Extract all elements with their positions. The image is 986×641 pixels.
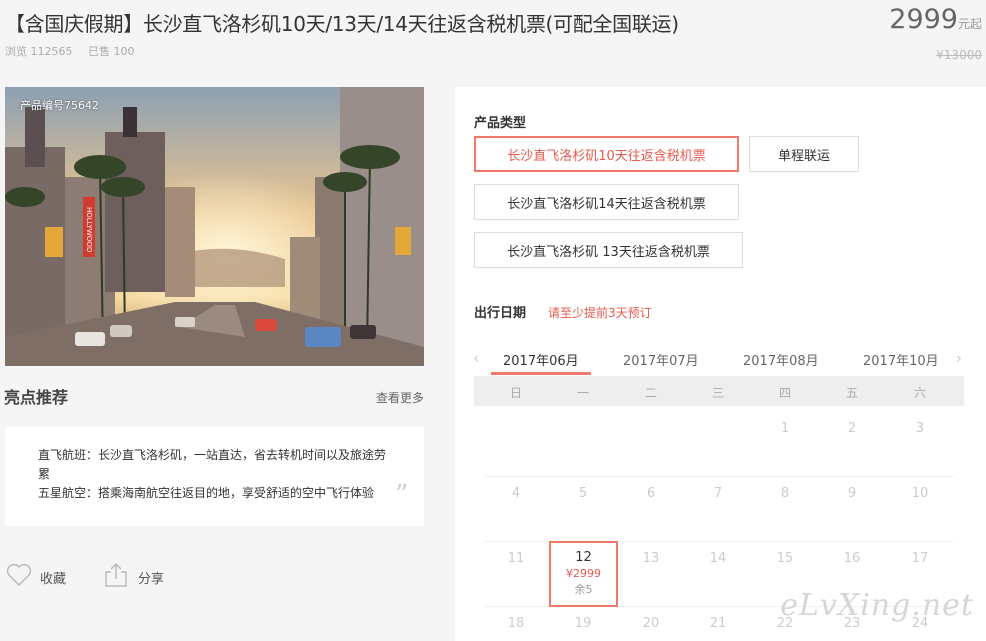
chevron-right-icon[interactable]: › [956,349,962,367]
product-option-10day[interactable]: 长沙直飞洛杉矶10天往返含税机票 [474,136,739,172]
favorite-button[interactable]: 收藏 [40,568,66,587]
calendar-day[interactable]: 9 [840,486,864,501]
sold-count: 已售 100 [88,45,135,58]
active-month-indicator [491,372,591,375]
month-tab-august[interactable]: 2017年08月 [743,350,819,369]
calendar-day[interactable]: 20 [639,616,663,631]
heart-icon[interactable] [6,563,32,587]
price-block: 2999元起 [889,4,982,35]
booking-note: 请至少提前3天预订 [548,306,652,320]
selected-day-price: ¥2999 [566,567,601,580]
original-price: ¥13000 [936,48,982,62]
highlights-text: 直飞航班：长沙直飞洛杉矶，一站直达，省去转机时间以及旅途劳累 五星航空：搭乘海南… [38,446,393,503]
share-icon[interactable] [103,562,129,588]
calendar-day[interactable]: 14 [706,551,730,566]
calendar-day[interactable]: 1 [773,421,797,436]
views-count: 浏览 112565 [5,45,73,58]
product-option-13day[interactable]: 长沙直飞洛杉矶 13天往返含税机票 [474,232,743,268]
highlight-line: 五星航空：搭乘海南航空往返目的地，享受舒适的空中飞行体验 [38,486,375,500]
calendar-day[interactable]: 17 [908,551,932,566]
price-value: 2999 [889,4,958,35]
weekday-wed: 三 [711,386,724,400]
weekday-thu: 四 [778,386,791,400]
calendar-day[interactable]: 10 [908,486,932,501]
selected-calendar-day[interactable]: 12 ¥2999 余5 [549,541,618,607]
calendar-row-divider [484,476,954,477]
price-unit: 元起 [957,17,982,31]
highlights-title: 亮点推荐 [4,388,69,407]
site-watermark: eLvXing.net [780,588,974,623]
hollywood-street-image: HOLLYWOOD [5,87,424,366]
month-tab-june[interactable]: 2017年06月 [503,350,579,369]
weekday-tue: 二 [644,386,657,400]
travel-date-label: 出行日期 [474,306,527,321]
chevron-left-icon[interactable]: ‹ [473,349,479,367]
selected-day-remaining: 余5 [574,583,593,596]
calendar-day[interactable]: 6 [639,486,663,501]
weekday-mon: 一 [576,386,589,400]
calendar-day[interactable]: 3 [908,421,932,436]
calendar-day[interactable]: 2 [840,421,864,436]
calendar-day[interactable]: 16 [840,551,864,566]
quote-icon: ” [395,480,409,510]
selected-day-number: 12 [575,550,592,565]
calendar-day[interactable]: 11 [504,551,528,566]
calendar-day[interactable]: 19 [571,616,595,631]
weekday-sat: 六 [913,386,926,400]
month-tab-july[interactable]: 2017年07月 [623,350,699,369]
product-code: 产品编号75642 [20,99,99,112]
product-stats: 浏览 112565 已售 100 [5,43,147,59]
product-photo: HOLLYWOOD [5,87,424,366]
product-type-label: 产品类型 [474,116,527,131]
hollywood-sign-text: HOLLYWOOD [85,207,93,252]
view-more-link[interactable]: 查看更多 [376,389,424,406]
calendar-day[interactable]: 15 [773,551,797,566]
highlight-line: 直飞航班：长沙直飞洛杉矶，一站直达，省去转机时间以及旅途劳累 [38,448,387,481]
calendar-day[interactable]: 5 [571,486,595,501]
calendar-day[interactable]: 8 [773,486,797,501]
calendar-day[interactable]: 21 [706,616,730,631]
product-option-14day[interactable]: 长沙直飞洛杉矶14天往返含税机票 [474,184,739,220]
month-tab-october[interactable]: 2017年10月 [863,350,939,369]
weekday-sun: 日 [509,386,522,400]
share-button[interactable]: 分享 [138,568,164,587]
calendar-day[interactable]: 4 [504,486,528,501]
calendar-day[interactable]: 18 [504,616,528,631]
product-option-oneway[interactable]: 单程联运 [749,136,859,172]
page-title: 【含国庆假期】长沙直飞洛杉矶10天/13天/14天往返含税机票(可配全国联运) [5,12,679,36]
weekday-fri: 五 [845,386,858,400]
calendar-day[interactable]: 7 [706,486,730,501]
calendar-day[interactable]: 13 [639,551,663,566]
